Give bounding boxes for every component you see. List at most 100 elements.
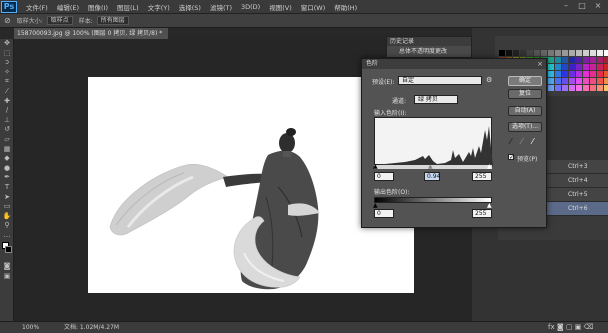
panel-icons[interactable]: fx ◙ ▢ ▣ ⌫ (548, 322, 593, 333)
crop-icon[interactable]: ⌗ (0, 77, 14, 87)
preset-select[interactable]: 自定 (398, 76, 482, 85)
color-swatch[interactable] (590, 57, 596, 63)
color-swatch[interactable] (576, 78, 582, 84)
color-swatch[interactable] (555, 85, 561, 91)
menu-image[interactable]: 图像(I) (88, 2, 108, 12)
output-black-field[interactable]: 0 (374, 209, 394, 218)
path-icon[interactable]: ➤ (0, 193, 14, 203)
white-point-icon[interactable]: ▲ (487, 163, 492, 170)
color-swatch[interactable] (548, 78, 554, 84)
move-icon[interactable]: ✥ (0, 39, 14, 49)
color-swatch[interactable] (562, 57, 568, 63)
menu-layer[interactable]: 图层(L) (117, 2, 139, 12)
input-slider-track[interactable] (374, 165, 492, 169)
white-eyedropper-icon[interactable]: ⁄ (532, 137, 533, 146)
color-swatch[interactable] (562, 85, 568, 91)
color-swatch[interactable] (569, 85, 575, 91)
menu-filter[interactable]: 滤镜(T) (210, 2, 232, 12)
menu-type[interactable]: 文字(Y) (148, 2, 170, 12)
color-swatch[interactable] (499, 50, 505, 56)
gray-eyedropper-icon[interactable]: ⁄ (521, 137, 522, 146)
color-swatch[interactable] (604, 57, 608, 63)
close-icon[interactable]: × (537, 60, 543, 68)
eraser-icon[interactable]: ▱ (0, 135, 14, 145)
color-swatch[interactable] (562, 71, 568, 77)
color-swatch[interactable] (555, 64, 561, 70)
blur-icon[interactable]: ◆ (0, 154, 14, 164)
color-swatch[interactable] (583, 50, 589, 56)
color-swatch[interactable] (583, 85, 589, 91)
color-swatch[interactable] (597, 85, 603, 91)
color-swatch[interactable] (527, 50, 533, 56)
color-swatch[interactable] (583, 71, 589, 77)
color-swatch[interactable] (604, 71, 608, 77)
color-swatch[interactable] (541, 50, 547, 56)
output-black-icon[interactable]: ▲ (373, 202, 378, 209)
color-swatch[interactable] (555, 78, 561, 84)
output-white-field[interactable]: 255 (472, 209, 492, 218)
color-swatch[interactable] (534, 50, 540, 56)
color-swatch[interactable] (583, 57, 589, 63)
color-swatch[interactable] (583, 64, 589, 70)
input-white-field[interactable]: 255 (472, 172, 492, 181)
eyedropper-tool-icon[interactable]: ⊘ (4, 16, 11, 25)
sample-select[interactable]: 所有图层 (96, 16, 129, 25)
color-swatch[interactable] (604, 64, 608, 70)
eyedropper-icon[interactable]: ⁄ (0, 87, 14, 97)
color-swatch[interactable] (548, 85, 554, 91)
shape-icon[interactable]: ▭ (0, 202, 14, 212)
color-swatch[interactable] (548, 50, 554, 56)
gamma-point-icon[interactable]: ▲ (428, 163, 433, 170)
input-black-field[interactable]: 0 (374, 172, 394, 181)
menu-edit[interactable]: 编辑(E) (57, 2, 79, 12)
document-tab[interactable]: 158700093.jpg @ 100% (图层 0 拷贝, 绿 拷贝/8) * (14, 28, 168, 39)
color-swatch[interactable] (590, 78, 596, 84)
color-swatch[interactable] (604, 78, 608, 84)
close-window-icon[interactable]: × (592, 1, 604, 11)
menu-select[interactable]: 选择(S) (179, 2, 201, 12)
pen-icon[interactable]: ✒ (0, 173, 14, 183)
color-swatches[interactable] (0, 240, 13, 262)
sample-size-select[interactable]: 取样点 (46, 16, 73, 25)
input-gamma-field[interactable]: 0.94 (424, 172, 440, 181)
color-swatch[interactable] (597, 57, 603, 63)
color-swatch[interactable] (604, 85, 608, 91)
marquee-icon[interactable]: ⬚ (0, 49, 14, 59)
color-swatch[interactable] (590, 50, 596, 56)
color-swatch[interactable] (562, 50, 568, 56)
channel-select[interactable]: 绿 拷贝 (414, 95, 458, 104)
color-swatch[interactable] (569, 64, 575, 70)
color-swatch[interactable] (604, 50, 608, 56)
zoom-level[interactable]: 100% (22, 322, 39, 333)
maximize-icon[interactable]: □ (576, 1, 588, 11)
color-swatch[interactable] (562, 64, 568, 70)
menu-window[interactable]: 窗口(W) (301, 2, 326, 12)
color-swatch[interactable] (576, 50, 582, 56)
gradient-icon[interactable]: ▦ (0, 145, 14, 155)
color-swatch[interactable] (597, 71, 603, 77)
options-button[interactable]: 选项(T)... (508, 122, 542, 132)
color-swatch[interactable] (576, 57, 582, 63)
preview-checkbox[interactable]: ✓ (508, 154, 514, 161)
history-brush-icon[interactable]: ↺ (0, 125, 14, 135)
menu-file[interactable]: 文件(F) (26, 2, 48, 12)
black-eyedropper-icon[interactable]: ⁄ (510, 137, 511, 146)
black-point-icon[interactable]: ▲ (373, 163, 378, 170)
color-swatch[interactable] (576, 71, 582, 77)
output-gradient[interactable] (374, 197, 492, 203)
color-swatch[interactable] (597, 64, 603, 70)
type-icon[interactable]: T (0, 183, 14, 193)
color-swatch[interactable] (590, 64, 596, 70)
wand-icon[interactable]: ✧ (0, 68, 14, 78)
reset-button[interactable]: 复位 (508, 89, 542, 99)
brush-icon[interactable]: ∕ (0, 106, 14, 116)
stamp-icon[interactable]: ⊥ (0, 116, 14, 126)
color-swatch[interactable] (569, 57, 575, 63)
color-swatch[interactable] (548, 71, 554, 77)
minimize-icon[interactable]: – (560, 1, 572, 11)
auto-button[interactable]: 自动(A) (508, 106, 542, 116)
dodge-icon[interactable]: ● (0, 164, 14, 174)
color-swatch[interactable] (590, 85, 596, 91)
zoom-icon[interactable]: ⚲ (0, 221, 14, 231)
color-swatch[interactable] (555, 50, 561, 56)
